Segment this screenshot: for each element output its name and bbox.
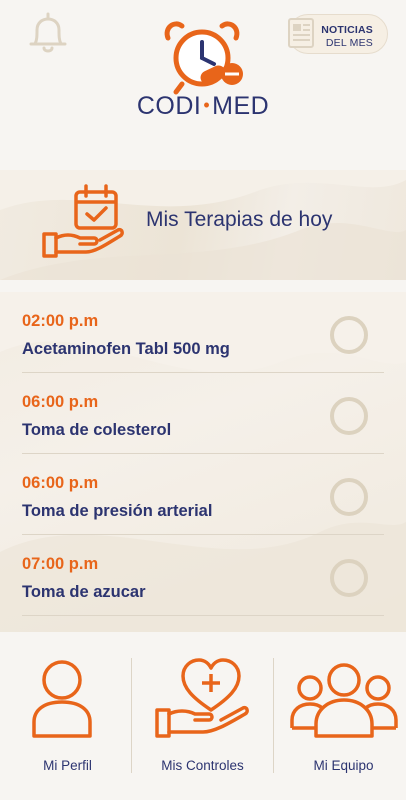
therapy-time: 06:00 p.m [22,474,99,492]
divider [131,658,132,773]
divider [273,658,274,773]
therapies-title: Mis Terapias de hoy [146,208,333,231]
nav-label: Mis Controles [161,758,244,773]
therapy-name: Acetaminofen Tabl 500 mg [22,340,230,358]
nav-my-controls[interactable]: Mis Controles [135,640,270,785]
list-item: 07:00 p.m Toma de azucar [22,535,384,616]
nav-label: Mi Equipo [313,758,374,773]
news-of-month-button[interactable]: NOTICIAS DEL MES [288,14,388,54]
list-item: 02:00 p.m Acetaminofen Tabl 500 mg [22,292,384,373]
brand-right: MED [212,92,270,120]
nav-my-team[interactable]: Mi Equipo [276,640,406,785]
therapy-name: Toma de azucar [22,583,146,601]
heart-hand-icon [155,658,249,738]
bell-icon[interactable] [26,10,70,56]
therapies-banner[interactable]: Mis Terapias de hoy [0,170,406,280]
nav-my-profile[interactable]: Mi Perfil [0,640,135,785]
brand-dot: • [203,95,211,115]
therapy-name: Toma de presión arterial [22,502,213,520]
complete-checkbox[interactable] [330,397,368,435]
therapy-name: Toma de colesterol [22,421,172,439]
therapy-time: 02:00 p.m [22,312,99,330]
alarm-clock-pill-logo [164,21,243,95]
complete-checkbox[interactable] [330,559,368,597]
person-icon [32,660,92,738]
brand-left: CODI [136,92,202,120]
therapy-time: 07:00 p.m [22,555,99,573]
complete-checkbox[interactable] [330,478,368,516]
bottom-nav: Mi Perfil Mis Controles Mi Equipo [0,640,406,800]
complete-checkbox[interactable] [330,316,368,354]
news-label-line1: NOTICIAS [321,24,373,36]
group-icon [290,663,398,738]
therapy-time: 06:00 p.m [22,393,99,411]
list-item: 06:00 p.m Toma de presión arterial [22,454,384,535]
newspaper-icon [288,18,314,48]
list-item: 06:00 p.m Toma de colesterol [22,373,384,454]
brand-wordmark: CODI •MED [0,92,406,121]
calendar-hand-icon [42,184,124,258]
app-header: NOTICIAS DEL MES CODI •MED [0,0,406,170]
nav-label: Mi Perfil [43,758,92,773]
news-label-line2: DEL MES [325,37,373,49]
therapy-list: 02:00 p.m Acetaminofen Tabl 500 mg 06:00… [0,292,406,632]
